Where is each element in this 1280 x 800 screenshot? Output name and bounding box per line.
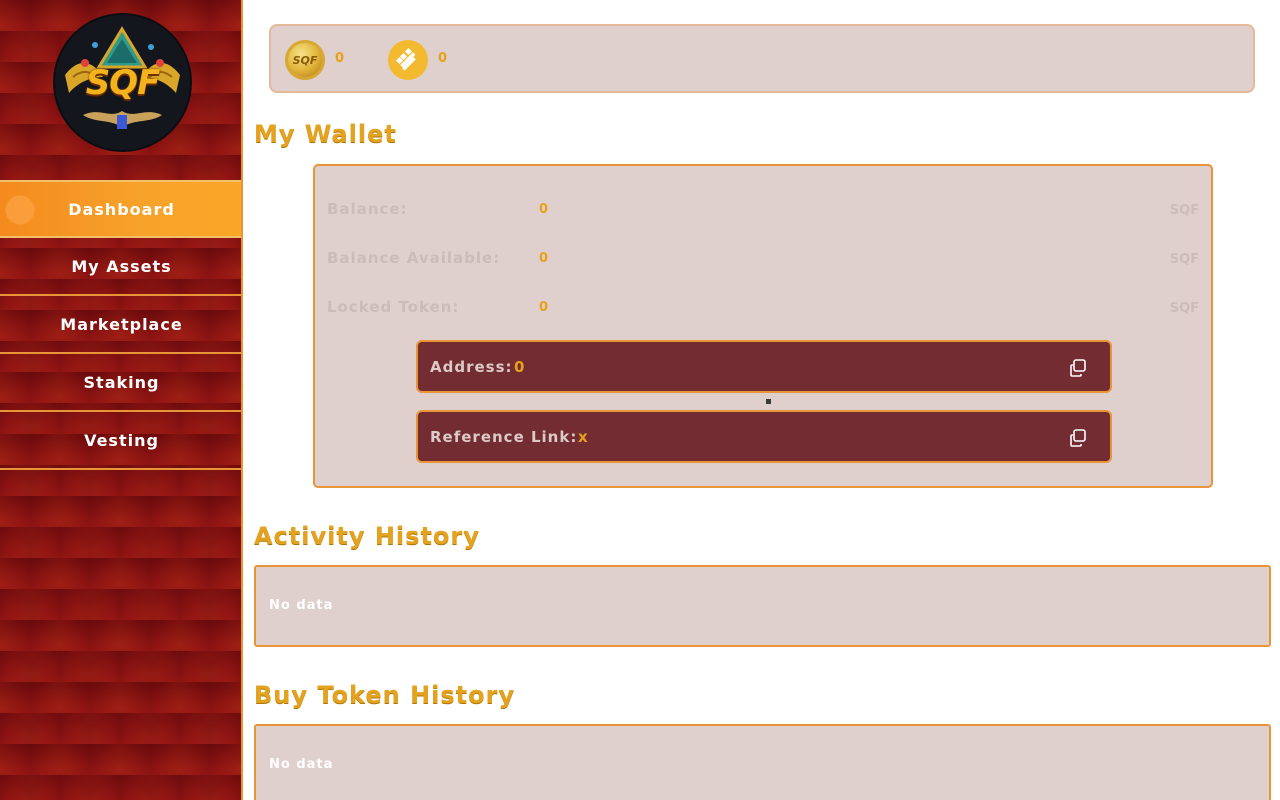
- balance-value: 0: [539, 202, 549, 217]
- balance-available-value: 0: [539, 251, 549, 266]
- sidebar-item-vesting[interactable]: Vesting: [0, 412, 241, 470]
- locked-token-value: 0: [539, 300, 549, 315]
- address-box: Address: 0: [416, 340, 1112, 393]
- sqf-balance-value: 0: [335, 51, 345, 66]
- wallet-panel: Balance: 0 SQF Balance Available: 0 SQF …: [313, 164, 1213, 488]
- busd-coin-icon: [388, 40, 428, 80]
- balance-row: Balance: 0 SQF: [327, 200, 1199, 220]
- activity-history-panel: No data: [254, 565, 1271, 647]
- copy-reference-link-icon[interactable]: [1068, 428, 1088, 448]
- sidebar-item-dashboard[interactable]: Dashboard: [0, 180, 241, 238]
- address-label: Address:: [430, 358, 513, 376]
- locked-token-unit: SQF: [1169, 301, 1199, 316]
- buy-token-history-panel: No data: [254, 724, 1271, 800]
- buy-token-history-title: Buy Token History: [254, 681, 516, 709]
- sidebar-nav: Dashboard My Assets Marketplace Staking …: [0, 180, 241, 470]
- balance-available-label: Balance Available:: [327, 249, 501, 267]
- locked-token-label: Locked Token:: [327, 298, 460, 316]
- copy-address-icon[interactable]: [1068, 358, 1088, 378]
- locked-token-row: Locked Token: 0 SQF: [327, 298, 1199, 318]
- reference-link-label: Reference Link:: [430, 428, 578, 446]
- reference-link-value: x: [578, 428, 589, 446]
- balance-label: Balance:: [327, 200, 408, 218]
- balance-available-row: Balance Available: 0 SQF: [327, 249, 1199, 269]
- sqf-logo[interactable]: SQF: [55, 15, 190, 150]
- sqf-coin-icon: SQF: [285, 40, 325, 80]
- separator-dot: [766, 399, 771, 404]
- activity-empty-text: No data: [269, 598, 334, 613]
- activity-history-title: Activity History: [254, 522, 480, 550]
- balance-bar: SQF 0 0: [269, 24, 1255, 93]
- buy-token-empty-text: No data: [269, 757, 334, 772]
- my-wallet-title: My Wallet: [254, 120, 397, 148]
- balance-available-unit: SQF: [1169, 252, 1199, 267]
- sidebar-item-staking[interactable]: Staking: [0, 354, 241, 412]
- logo-text: SQF: [85, 63, 161, 103]
- reference-link-box: Reference Link: x: [416, 410, 1112, 463]
- sidebar-item-marketplace[interactable]: Marketplace: [0, 296, 241, 354]
- balance-unit: SQF: [1169, 203, 1199, 218]
- busd-balance-value: 0: [438, 51, 448, 66]
- address-value: 0: [514, 358, 526, 376]
- sidebar: SQF Dashboard My Assets Marketplace Stak…: [0, 0, 243, 800]
- sidebar-item-my-assets[interactable]: My Assets: [0, 238, 241, 296]
